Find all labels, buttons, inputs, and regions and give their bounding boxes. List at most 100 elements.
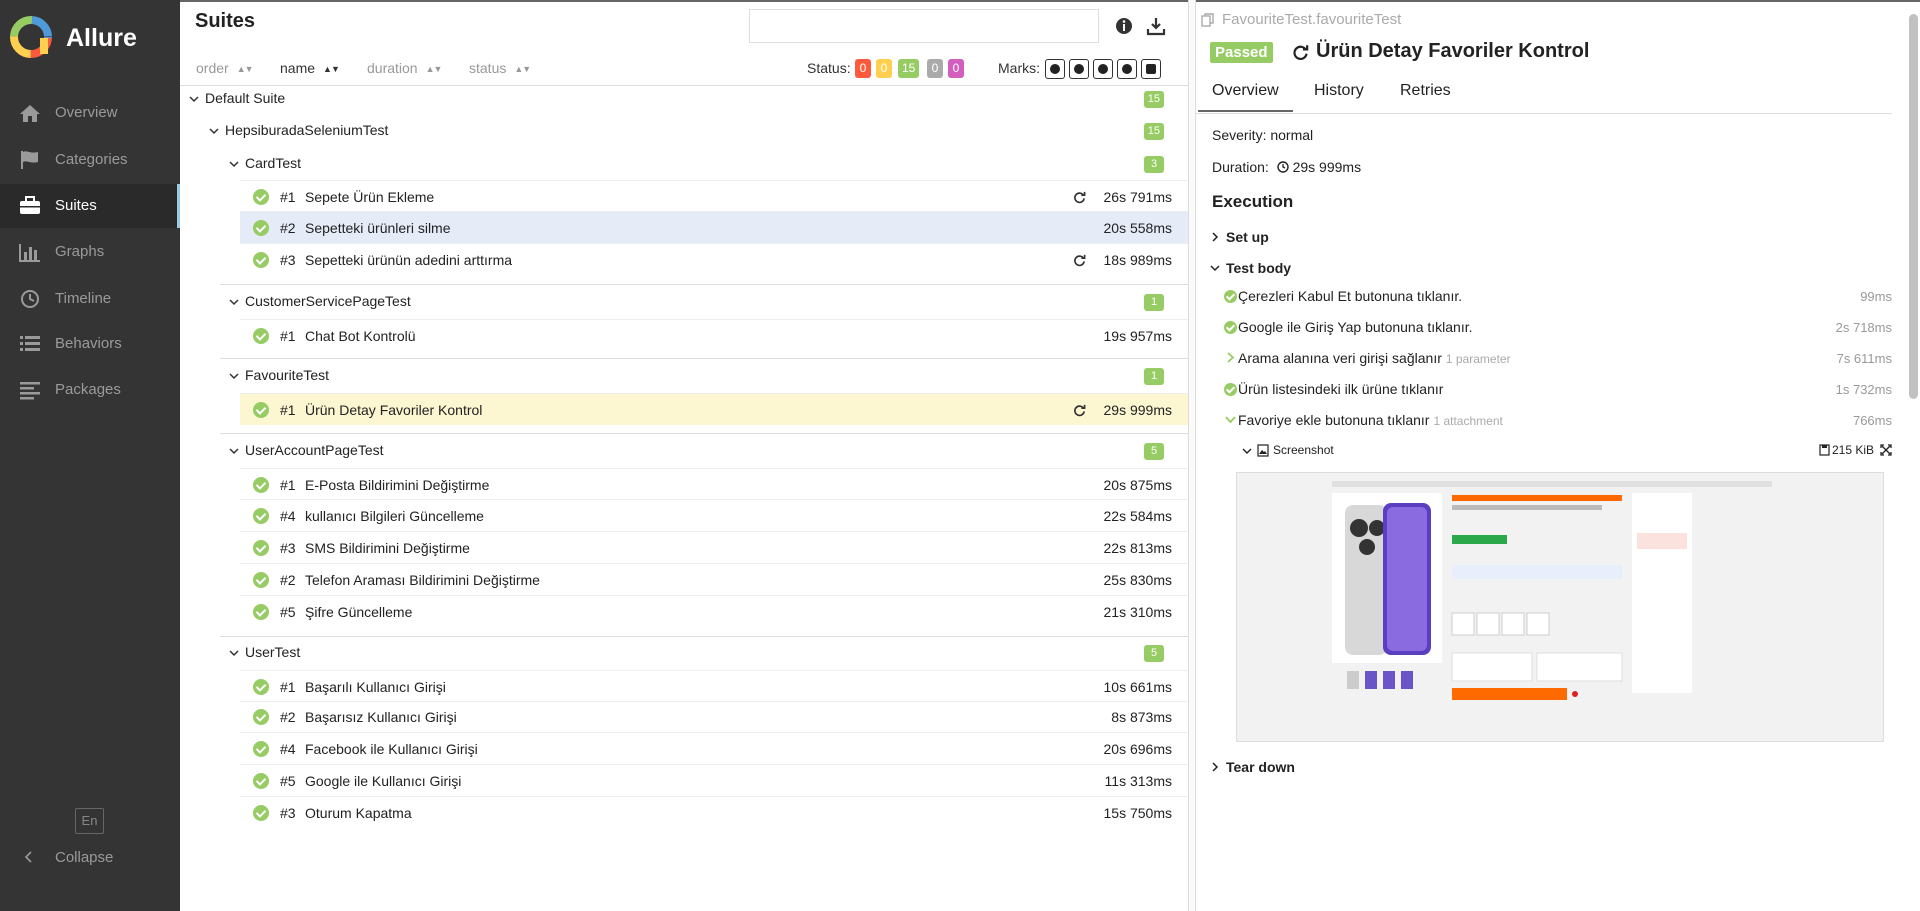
status-unknown-toggle[interactable]: 0 <box>948 59 964 78</box>
test-row[interactable]: #4 kullanıcı Bilgileri Güncelleme 22s 58… <box>240 500 1188 532</box>
detail-tabs: Overview History Retries <box>1196 76 1892 114</box>
tree-group-row[interactable]: FavouriteTest 1 <box>180 361 1188 391</box>
mark-new-broken-toggle[interactable] <box>1117 59 1137 79</box>
test-full-name: FavouriteTest.favouriteTest <box>1222 11 1402 28</box>
sidebar-item-timeline[interactable]: Timeline <box>0 277 180 321</box>
step-row[interactable]: Ürün listesindeki ilk ürüne tıklanır 1s … <box>1224 378 1892 404</box>
test-duration: 18s 989ms <box>1103 252 1172 268</box>
detail-scrollbar[interactable] <box>1909 14 1918 399</box>
chevron-down-icon <box>229 161 239 168</box>
save-icon[interactable] <box>1819 444 1830 456</box>
test-row[interactable]: #2 Sepetteki ürünleri silme 20s 558ms <box>240 212 1188 244</box>
tree-group-row[interactable]: CustomerServicePageTest 1 <box>180 287 1188 317</box>
mark-retries-toggle[interactable] <box>1141 59 1161 79</box>
teardown-section[interactable]: Tear down <box>1210 759 1295 775</box>
clock-icon <box>21 290 39 308</box>
setup-section[interactable]: Set up <box>1210 229 1269 245</box>
sidebar-item-behaviors[interactable]: Behaviors <box>0 322 180 366</box>
app-name: Allure <box>66 24 137 52</box>
sort-order[interactable]: order ▲▼ <box>196 60 254 76</box>
sidebar-item-overview[interactable]: Overview <box>0 91 180 135</box>
test-row[interactable]: #1 Ürün Detay Favoriler Kontrol 29s 999m… <box>240 393 1188 425</box>
test-row[interactable]: #1 Başarılı Kullanıcı Girişi 10s 661ms <box>240 670 1188 702</box>
test-row[interactable]: #1 E-Posta Bildirimini Değiştirme 20s 87… <box>240 468 1188 500</box>
attachment-row[interactable]: Screenshot 215 KiB <box>1240 442 1892 464</box>
step-row[interactable]: Arama alanına veri girişi sağlanır 1 para… <box>1224 347 1892 373</box>
tree-package-row[interactable]: HepsiburadaSeleniumTest 15 <box>180 116 1188 146</box>
pane-resize-handle[interactable] <box>1188 0 1196 911</box>
retry-icon <box>1293 45 1309 60</box>
sidebar-item-graphs[interactable]: Graphs <box>0 230 180 274</box>
tree-group-row[interactable]: UserAccountPageTest 5 <box>180 436 1188 466</box>
download-icon[interactable] <box>1146 16 1166 36</box>
test-number: #3 <box>280 252 296 268</box>
collapse-button[interactable]: Collapse <box>0 845 180 871</box>
group-divider <box>220 433 1188 434</box>
sidebar-item-suites[interactable]: Suites <box>0 184 180 228</box>
test-duration: 20s 696ms <box>1103 741 1172 757</box>
tab-history[interactable]: History <box>1314 82 1364 100</box>
test-row[interactable]: #5 Şifre Güncelleme 21s 310ms <box>240 596 1188 628</box>
group-count-badge: 15 <box>1143 123 1164 140</box>
step-duration: 7s 611ms <box>1836 351 1892 366</box>
sort-status[interactable]: status ▲▼ <box>469 60 531 76</box>
tab-retries[interactable]: Retries <box>1400 82 1451 100</box>
test-number: #2 <box>280 220 296 236</box>
sort-name[interactable]: name ▲▼ <box>280 60 340 76</box>
mark-new-failed-toggle[interactable] <box>1069 59 1089 79</box>
status-skipped-toggle[interactable]: 0 <box>927 59 943 78</box>
test-row[interactable]: #3 Oturum Kapatma 15s 750ms <box>240 797 1188 829</box>
step-name: Google ile Giriş Yap butonuna tıklanır. <box>1238 319 1473 335</box>
sort-arrows-icon: ▲▼ <box>425 64 443 74</box>
step-row[interactable]: Çerezleri Kabul Et butonuna tıklanır. 99… <box>1224 285 1892 311</box>
step-row[interactable]: Google ile Giriş Yap butonuna tıklanır. … <box>1224 316 1892 342</box>
test-row[interactable]: #1 Sepete Ürün Ekleme 26s 791ms <box>240 180 1188 212</box>
test-row[interactable]: #2 Başarısız Kullanıcı Girişi 8s 873ms <box>240 701 1188 733</box>
test-duration: 22s 584ms <box>1103 508 1172 524</box>
mark-flaky-toggle[interactable] <box>1045 59 1065 79</box>
search-input[interactable] <box>749 9 1099 43</box>
info-icon[interactable] <box>1114 16 1134 36</box>
test-body-section[interactable]: Test body <box>1210 260 1291 276</box>
status-passed-toggle[interactable]: 15 <box>898 59 920 78</box>
test-number: #5 <box>280 604 296 620</box>
status-failed-toggle[interactable]: 0 <box>855 59 871 78</box>
group-count-badge: 1 <box>1144 368 1164 385</box>
duration-row: Duration: 29s 999ms <box>1212 159 1361 175</box>
copy-icon[interactable] <box>1201 13 1215 27</box>
tree-group-row[interactable]: CardTest 3 <box>180 149 1188 179</box>
mark-new-passed-toggle[interactable] <box>1093 59 1113 79</box>
test-name: Sepete Ürün Ekleme <box>305 189 435 205</box>
tree-group-row[interactable]: UserTest 5 <box>180 638 1188 668</box>
sidebar-item-categories[interactable]: Categories <box>0 138 180 182</box>
tab-overview[interactable]: Overview <box>1198 82 1293 112</box>
step-row[interactable]: Favoriye ekle butonuna tıklanır 1 attachm… <box>1224 409 1892 435</box>
briefcase-icon <box>20 196 40 214</box>
sidebar-item-packages[interactable]: Packages <box>0 368 180 412</box>
sort-name-label: name <box>280 60 316 76</box>
test-row[interactable]: #4 Facebook ile Kullanıcı Girişi 20s 696… <box>240 733 1188 765</box>
test-name: Başarısız Kullanıcı Girişi <box>305 709 457 725</box>
group-divider <box>220 358 1188 359</box>
test-duration: 20s 558ms <box>1103 220 1172 236</box>
sort-duration[interactable]: duration ▲▼ <box>367 60 443 76</box>
passed-status-icon <box>253 604 269 620</box>
test-number: #4 <box>280 508 296 524</box>
test-row[interactable]: #3 SMS Bildirimini Değiştirme 22s 813ms <box>240 532 1188 564</box>
step-name-text: Favoriye ekle butonuna tıklanır <box>1238 412 1430 428</box>
passed-status-icon <box>253 252 269 268</box>
test-row[interactable]: #3 Sepetteki ürünün adedini arttırma 18s… <box>240 244 1188 276</box>
test-name: SMS Bildirimini Değiştirme <box>305 540 470 556</box>
test-duration: 22s 813ms <box>1103 540 1172 556</box>
language-switch[interactable]: En <box>75 808 104 834</box>
allure-logo-icon <box>10 16 52 58</box>
expand-icon[interactable] <box>1880 444 1892 456</box>
tree-root-row[interactable]: Default Suite 15 <box>180 84 1188 114</box>
status-broken-toggle[interactable]: 0 <box>876 59 892 78</box>
test-row[interactable]: #1 Chat Bot Kontrolü 19s 957ms <box>240 319 1188 351</box>
passed-status-icon <box>253 679 269 695</box>
test-row[interactable]: #2 Telefon Araması Bildirimini Değiştirm… <box>240 564 1188 596</box>
attachment-size: 215 KiB <box>1831 443 1874 457</box>
test-row[interactable]: #5 Google ile Kullanıcı Girişi 11s 313ms <box>240 765 1188 797</box>
retry-icon <box>1074 191 1086 204</box>
